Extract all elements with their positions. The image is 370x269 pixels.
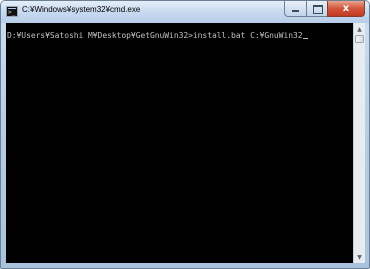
console-line-text: D:¥Users¥Satoshi M¥Desktop¥GetGnuWin32>i… bbox=[7, 31, 303, 40]
text-cursor bbox=[302, 38, 308, 39]
console-line: D:¥Users¥Satoshi M¥Desktop¥GetGnuWin32>i… bbox=[7, 31, 308, 40]
vertical-scrollbar[interactable]: ▲ ▼ bbox=[353, 23, 365, 263]
close-button[interactable]: x bbox=[327, 1, 365, 17]
console-icon[interactable]: >_ bbox=[6, 6, 18, 17]
scroll-thumb[interactable] bbox=[355, 35, 364, 43]
scroll-up-arrow-icon[interactable]: ▲ bbox=[354, 23, 365, 35]
console-output[interactable]: D:¥Users¥Satoshi M¥Desktop¥GetGnuWin32>i… bbox=[6, 23, 353, 263]
caption-buttons: x bbox=[284, 1, 365, 17]
close-icon: x bbox=[342, 3, 350, 14]
window-title: C:¥Windows¥system32¥cmd.exe bbox=[22, 5, 141, 14]
cmd-window: >_ C:¥Windows¥system32¥cmd.exe x D:¥User… bbox=[0, 0, 370, 269]
scroll-down-arrow-icon[interactable]: ▼ bbox=[354, 251, 365, 263]
minimize-button[interactable] bbox=[284, 1, 306, 17]
maximize-button[interactable] bbox=[306, 1, 327, 17]
title-bar[interactable]: >_ C:¥Windows¥system32¥cmd.exe x bbox=[1, 1, 369, 23]
prompt-glyph: >_ bbox=[8, 9, 16, 16]
